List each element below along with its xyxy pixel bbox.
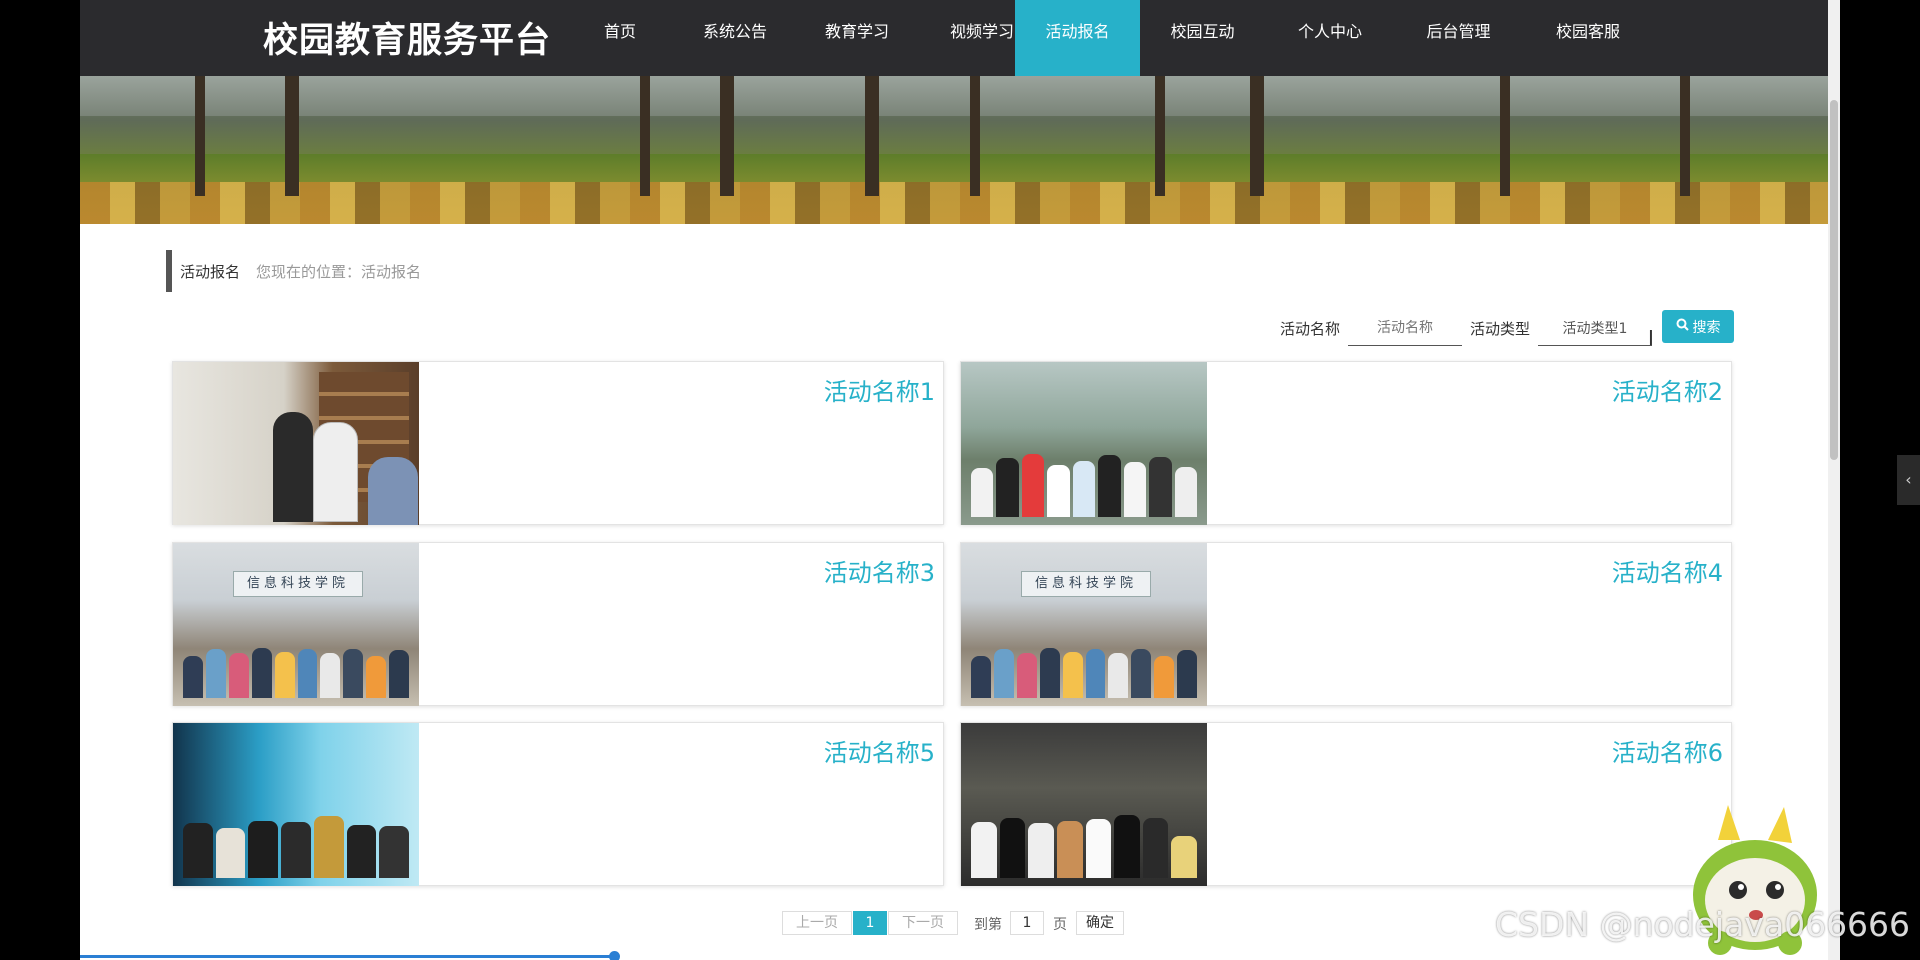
activity-card[interactable]: 活动名称2: [960, 361, 1732, 525]
progress-handle[interactable]: [609, 951, 620, 960]
watermark: CSDN @nodejava066666: [1495, 905, 1911, 944]
activity-name[interactable]: 活动名称2: [1612, 372, 1723, 407]
page: 校园教育服务平台 首页 系统公告 教育学习 视频学习 活动报名 校园互动 个人中…: [80, 0, 1828, 960]
nav-item-admin[interactable]: 后台管理: [1395, 0, 1522, 76]
activity-card[interactable]: 信息科技学院 活动名称4: [960, 542, 1732, 706]
search-button[interactable]: 搜索: [1662, 310, 1734, 343]
page-number-button[interactable]: 1: [853, 911, 887, 935]
activity-photo: [961, 362, 1207, 525]
text-cursor-icon: I: [1648, 326, 1654, 350]
activity-photo: 信息科技学院: [173, 543, 419, 706]
progress-line: [80, 955, 616, 958]
search-icon: [1676, 318, 1689, 335]
goto-page-input[interactable]: [1010, 911, 1044, 935]
activity-type-input[interactable]: [1538, 310, 1652, 346]
activity-card[interactable]: 活动名称5: [172, 722, 944, 886]
nav-item-home[interactable]: 首页: [564, 0, 676, 76]
activity-photo: 信息科技学院: [961, 543, 1207, 706]
activity-card[interactable]: 活动名称1: [172, 361, 944, 525]
activity-card[interactable]: 信息科技学院 活动名称3: [172, 542, 944, 706]
activity-photo: [173, 723, 419, 886]
page-suffix: 页: [1053, 917, 1067, 933]
search-type-label: 活动类型: [1470, 320, 1531, 338]
campus-banner-image: [80, 76, 1828, 224]
scrollbar-thumb[interactable]: [1830, 100, 1838, 460]
prev-page-button[interactable]: 上一页: [782, 911, 852, 935]
top-nav: 校园教育服务平台 首页 系统公告 教育学习 视频学习 活动报名 校园互动 个人中…: [80, 0, 1828, 76]
photo-sign: 信息科技学院: [233, 571, 363, 597]
nav-item-interaction[interactable]: 校园互动: [1140, 0, 1265, 76]
activity-name-input[interactable]: [1348, 310, 1462, 346]
activity-card[interactable]: 活动名称6: [960, 722, 1732, 886]
chevron-left-icon[interactable]: ‹: [1897, 455, 1920, 505]
confirm-button[interactable]: 确定: [1076, 911, 1124, 935]
nav-item-announcements[interactable]: 系统公告: [676, 0, 794, 76]
breadcrumb-title: 活动报名: [180, 263, 241, 281]
nav-item-education[interactable]: 教育学习: [794, 0, 920, 76]
site-title: 校园教育服务平台: [263, 21, 552, 61]
breadcrumb-marker: [166, 250, 172, 292]
breadcrumb-path: 您现在的位置：活动报名: [256, 263, 422, 281]
photo-sign: 信息科技学院: [1021, 571, 1151, 597]
activity-name[interactable]: 活动名称4: [1612, 553, 1723, 588]
activity-photo: [961, 723, 1207, 886]
search-button-label: 搜索: [1692, 319, 1721, 336]
activity-name[interactable]: 活动名称5: [824, 733, 935, 768]
next-page-button[interactable]: 下一页: [888, 911, 958, 935]
activity-photo: [173, 362, 419, 525]
activity-name[interactable]: 活动名称6: [1612, 733, 1723, 768]
nav-item-profile[interactable]: 个人中心: [1265, 0, 1395, 76]
activity-name[interactable]: 活动名称1: [824, 372, 935, 407]
goto-label: 到第: [974, 917, 1002, 933]
nav-item-service[interactable]: 校园客服: [1522, 0, 1654, 76]
nav-item-activity-signup[interactable]: 活动报名: [1015, 0, 1140, 76]
activity-name[interactable]: 活动名称3: [824, 553, 935, 588]
search-name-label: 活动名称: [1280, 320, 1341, 338]
